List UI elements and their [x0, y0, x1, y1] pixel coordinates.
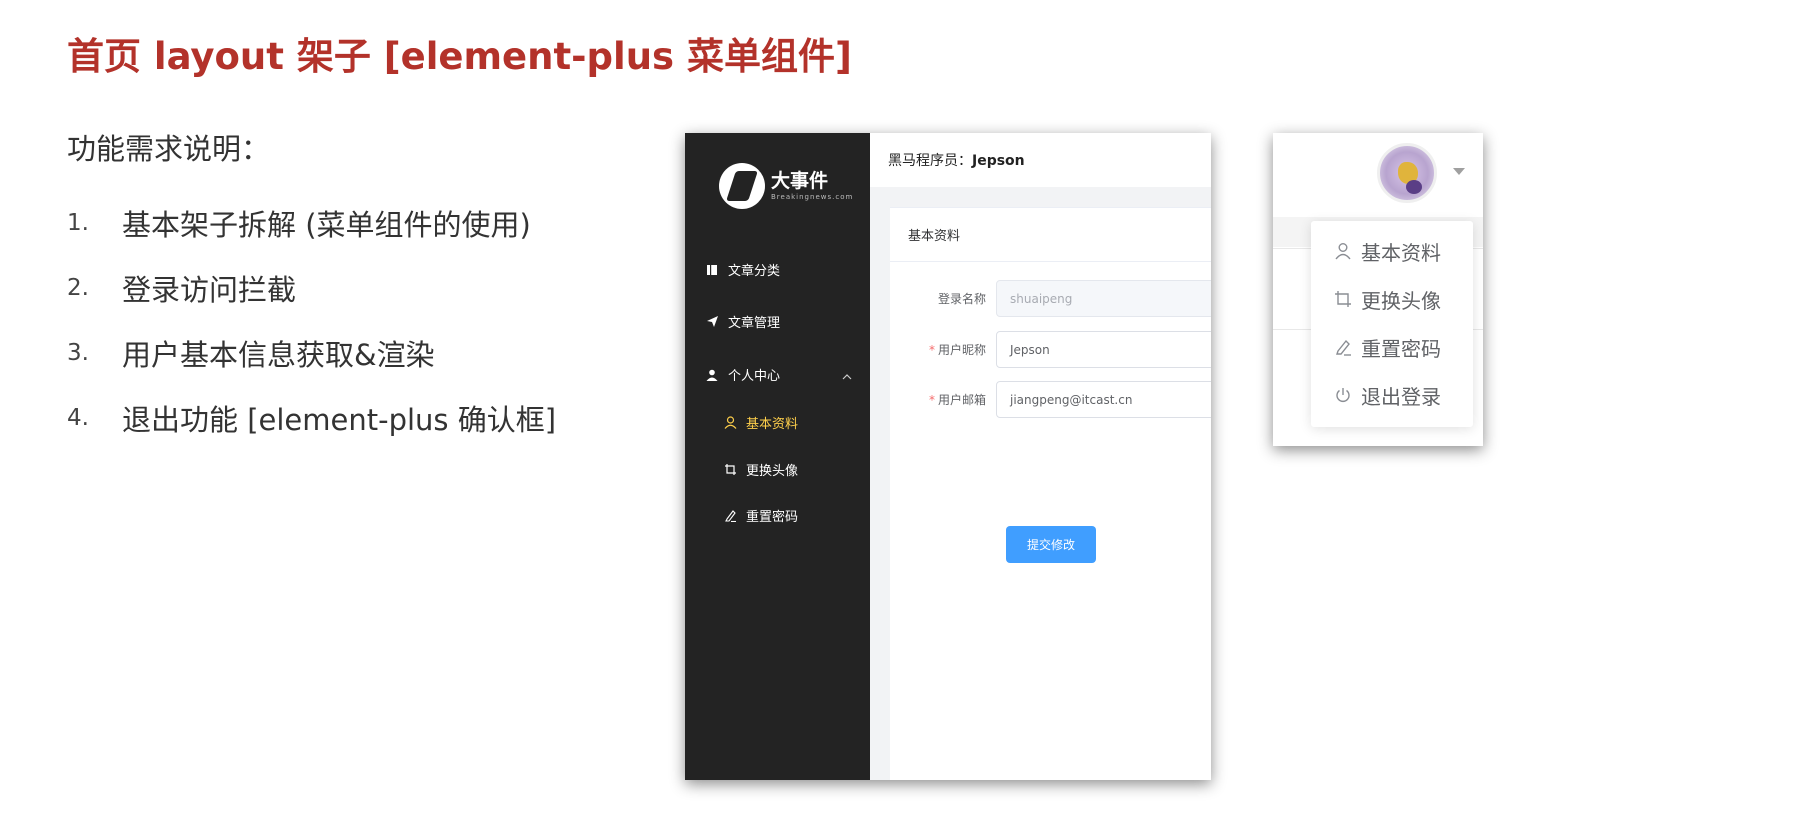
dropdown-item-label: 重置密码: [1361, 336, 1441, 361]
slide: 首页 layout 架子 [element-plus 菜单组件] 功能需求说明：…: [0, 0, 1814, 833]
form-label: * 用户邮箱: [890, 391, 996, 408]
form-row-login-name: 登录名称 shuaipeng: [890, 280, 1211, 317]
submenu-item-change-avatar[interactable]: 更换头像: [723, 460, 798, 479]
send-icon: [705, 315, 719, 329]
form-row-nickname: * 用户昵称 Jepson: [890, 331, 1211, 368]
submit-button[interactable]: 提交修改: [1006, 526, 1096, 563]
edit-pen-icon: [723, 509, 737, 523]
user-icon: [705, 368, 719, 382]
header-username: Jepson: [972, 153, 1025, 169]
edit-pen-icon: [1333, 337, 1353, 357]
nickname-field[interactable]: Jepson: [996, 331, 1211, 368]
power-icon: [1333, 385, 1353, 405]
submenu-item-basic-profile[interactable]: 基本资料: [723, 413, 798, 432]
requirement-item: 4. 退出功能 [element-plus 确认框]: [67, 385, 556, 450]
submenu-item-label: 重置密码: [746, 510, 799, 525]
form-label: * 用户昵称: [890, 341, 996, 358]
user-outline-icon: [723, 416, 737, 430]
email-field[interactable]: jiangpeng@itcast.cn: [996, 381, 1211, 418]
logo-mark-icon: [719, 163, 765, 209]
dropdown-screenshot: 基本资料 更换头像 重置密码 退出登录: [1273, 133, 1483, 446]
menu-item-label: 文章分类: [728, 264, 781, 279]
form-label: 登录名称: [890, 290, 996, 307]
dropdown-item-label: 退出登录: [1361, 384, 1441, 409]
requirement-text: 登录访问拦截: [122, 272, 297, 307]
book-icon: [705, 263, 719, 277]
card-title: 基本资料: [890, 208, 1211, 262]
requirements-list: 1. 基本架子拆解 (菜单组件的使用) 2. 登录访问拦截 3. 用户基本信息获…: [67, 190, 556, 450]
requirement-number: 3.: [67, 339, 89, 366]
menu-item-label: 文章管理: [728, 316, 781, 331]
form-row-email: * 用户邮箱 jiangpeng@itcast.cn: [890, 381, 1211, 418]
crop-icon: [1333, 289, 1353, 309]
header-user: 黑马程序员：Jepson: [888, 150, 1025, 170]
requirement-item: 3. 用户基本信息获取&渲染: [67, 320, 556, 385]
submenu-item-label: 更换头像: [746, 464, 799, 479]
dropdown-item-reset-password[interactable]: 重置密码: [1311, 323, 1473, 371]
menu-item-article-category[interactable]: 文章分类: [705, 260, 780, 279]
requirements-heading: 功能需求说明：: [67, 132, 271, 166]
required-asterisk: *: [928, 393, 935, 407]
form-label-text: 用户昵称: [937, 343, 986, 357]
menu-item-personal-center[interactable]: 个人中心: [705, 365, 780, 384]
requirement-item: 1. 基本架子拆解 (菜单组件的使用): [67, 190, 556, 255]
login-name-field[interactable]: shuaipeng: [996, 280, 1211, 317]
profile-card: 基本资料 登录名称 shuaipeng * 用户昵称 Jepson * 用户邮箱 j…: [890, 207, 1211, 780]
submenu-item-label: 基本资料: [746, 417, 799, 432]
requirement-number: 2.: [67, 274, 89, 301]
menu-item-article-manage[interactable]: 文章管理: [705, 312, 780, 331]
logo: 大事件 Breakingnews.com: [719, 163, 853, 209]
form-label-text: 登录名称: [937, 292, 986, 306]
requirement-text: 基本架子拆解 (菜单组件的使用): [122, 207, 531, 242]
required-asterisk: *: [928, 343, 935, 357]
dropdown-item-label: 更换头像: [1361, 288, 1441, 313]
app-header: 黑马程序员：Jepson: [870, 133, 1211, 187]
app-screenshot: 大事件 Breakingnews.com 文章分类 文章管理 个人中心 基本资料…: [685, 133, 1211, 780]
header-user-prefix: 黑马程序员：: [888, 153, 972, 169]
dropdown-item-label: 基本资料: [1361, 240, 1441, 265]
caret-down-icon[interactable]: [1453, 168, 1465, 175]
requirement-number: 1.: [67, 209, 89, 236]
requirement-text: 退出功能 [element-plus 确认框]: [122, 402, 557, 437]
user-outline-icon: [1333, 241, 1353, 261]
menu-item-label: 个人中心: [728, 369, 781, 384]
avatar[interactable]: [1377, 143, 1437, 203]
dropdown-item-logout[interactable]: 退出登录: [1311, 371, 1473, 419]
form-label-text: 用户邮箱: [937, 393, 986, 407]
chevron-up-icon: [842, 374, 852, 380]
dropdown-menu: 基本资料 更换头像 重置密码 退出登录: [1311, 221, 1473, 427]
requirement-number: 4.: [67, 404, 89, 431]
requirement-item: 2. 登录访问拦截: [67, 255, 556, 320]
sidebar: 大事件 Breakingnews.com 文章分类 文章管理 个人中心 基本资料…: [685, 133, 870, 780]
logo-subtitle: Breakingnews.com: [771, 193, 854, 201]
dropdown-item-basic-profile[interactable]: 基本资料: [1311, 227, 1473, 275]
crop-icon: [723, 463, 737, 477]
slide-title: 首页 layout 架子 [element-plus 菜单组件]: [67, 35, 852, 78]
requirement-text: 用户基本信息获取&渲染: [122, 337, 435, 372]
submenu-item-reset-password[interactable]: 重置密码: [723, 506, 798, 525]
dropdown-item-change-avatar[interactable]: 更换头像: [1311, 275, 1473, 323]
logo-text: 大事件 Breakingnews.com: [771, 170, 853, 202]
logo-title: 大事件: [771, 170, 829, 192]
